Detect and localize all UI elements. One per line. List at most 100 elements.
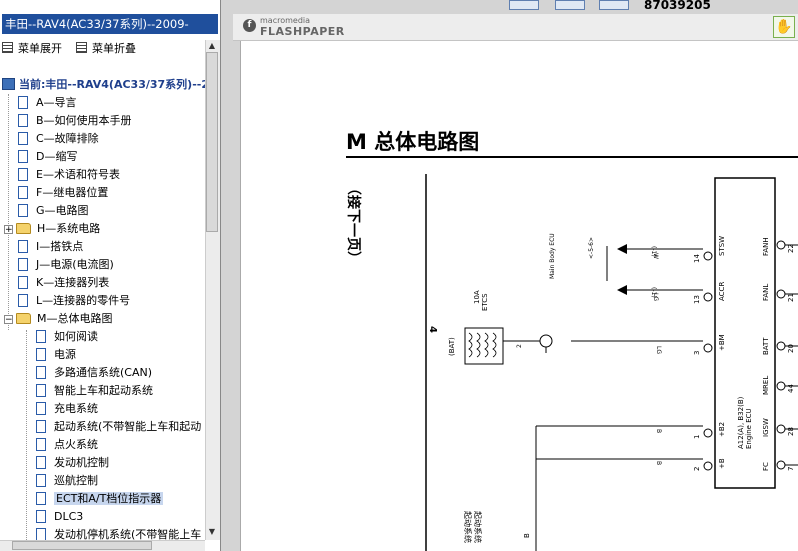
pin-name: +B2 xyxy=(718,422,726,437)
pin-num: 22 xyxy=(787,244,795,253)
marker-4: 4 xyxy=(427,326,438,333)
folder-icon xyxy=(16,223,31,234)
document-icon xyxy=(36,384,46,397)
document-icon xyxy=(18,150,28,163)
tree-subitem[interactable]: 点火系统 xyxy=(36,436,98,454)
expand-menu-button[interactable]: 菜单展开 xyxy=(2,40,62,58)
document-icon xyxy=(18,204,28,217)
connector-icon xyxy=(539,334,553,348)
main-body-ecu-label: Main Body ECU xyxy=(549,233,556,279)
page-number-readout: 87039205 xyxy=(644,0,711,12)
pin-num: 3 xyxy=(693,351,701,355)
tree-item-c[interactable]: C—故障排除 xyxy=(18,130,99,148)
collapse-menu-button[interactable]: 菜单折叠 xyxy=(76,40,136,58)
hand-icon[interactable]: ✋ xyxy=(773,16,795,38)
tree-item-m[interactable]: M—总体电路图 xyxy=(16,310,113,328)
fuse-amp: 10A xyxy=(473,290,481,304)
fuse-block xyxy=(464,327,504,365)
list-icon xyxy=(76,42,87,53)
document-icon xyxy=(18,294,28,307)
fuse-pin: 2 xyxy=(516,344,523,348)
conn-tag: <-5-6> xyxy=(588,237,595,259)
pin-name: FC xyxy=(762,462,770,471)
computer-icon xyxy=(2,78,15,90)
tree-subitem[interactable]: 智能上车和起动系统 xyxy=(36,382,153,400)
scroll-up-arrow-icon[interactable]: ▲ xyxy=(205,40,219,52)
tree-item-h[interactable]: H—系统电路 xyxy=(16,220,100,238)
tree-subitem[interactable]: 如何阅读 xyxy=(36,328,98,346)
open-folder-icon xyxy=(16,313,31,324)
pin-name: STSW xyxy=(718,236,726,256)
fuse-name: ETCS xyxy=(481,293,489,311)
navigation-pane: 丰田--RAV4(AC33/37系列)--2009- 菜单展开 菜单折叠 当前:… xyxy=(0,0,221,551)
tree-subitem[interactable]: 电源 xyxy=(36,346,76,364)
tree-subitem[interactable]: 多路通信系统(CAN) xyxy=(36,364,152,382)
viewer-top-strip: 87039205 xyxy=(221,0,798,12)
pin-num: 20 xyxy=(787,344,795,353)
document-icon xyxy=(18,276,28,289)
document-icon xyxy=(18,186,28,199)
expand-toggle[interactable]: + xyxy=(4,225,13,235)
view-mode-button[interactable] xyxy=(599,0,629,10)
pin-name: BATT xyxy=(762,337,770,355)
document-icon xyxy=(18,132,28,145)
vertical-scroll-thumb[interactable] xyxy=(206,52,218,232)
tree-item-a[interactable]: A—导言 xyxy=(18,94,77,112)
tree-item-g[interactable]: G—电路图 xyxy=(18,202,89,220)
left-pins: 14 STSW 13 ACCR 3 +BM 1 +B2 2 +B xyxy=(536,236,726,471)
document-icon xyxy=(18,168,28,181)
collapse-toggle[interactable]: − xyxy=(4,315,13,325)
document-viewer: 87039205 f macromedia FLASHPAPER ✋ M 总体电… xyxy=(221,0,798,551)
bottom-label-2: 起动系统 xyxy=(473,511,483,543)
wire-color: LG xyxy=(655,346,662,354)
document-icon xyxy=(36,330,46,343)
document-icon xyxy=(36,348,46,361)
pin-num: 14 xyxy=(693,254,701,263)
tree-item-i[interactable]: I—搭铁点 xyxy=(18,238,83,256)
tree-connector xyxy=(8,94,9,330)
view-mode-button[interactable] xyxy=(555,0,585,10)
tree-item-b[interactable]: B—如何使用本手册 xyxy=(18,112,132,130)
page-heading: M 总体电路图 xyxy=(346,130,479,154)
tree-subitem[interactable]: 发动机控制 xyxy=(36,454,109,472)
pin-name: ACCR xyxy=(718,282,726,301)
tree-item-l[interactable]: L—连接器的零件号 xyxy=(18,292,130,310)
continued-note: （接下一页） xyxy=(345,181,362,265)
pin-num: 7 xyxy=(787,467,795,471)
tree-subitem[interactable]: 充电系统 xyxy=(36,400,98,418)
horizontal-scroll-thumb[interactable] xyxy=(12,541,152,550)
tree-connector xyxy=(26,330,27,540)
pin-name: MREL xyxy=(762,376,770,395)
tree-item-e[interactable]: E—术语和符号表 xyxy=(18,166,120,184)
bottom-label-1: 起动系统 xyxy=(463,511,473,543)
tree-root[interactable]: 当前:丰田--RAV4(AC33/37系列)--2 xyxy=(2,76,205,94)
wire-color: W xyxy=(652,253,659,259)
fuse-tag: (BAT) xyxy=(448,337,456,356)
scroll-down-arrow-icon[interactable]: ▼ xyxy=(205,526,219,538)
tree-item-d[interactable]: D—缩写 xyxy=(18,148,77,166)
view-mode-button[interactable] xyxy=(509,0,539,10)
wire-color: LG xyxy=(652,293,659,301)
wire-color: B xyxy=(655,429,662,433)
tree-subitem[interactable]: 巡航控制 xyxy=(36,472,98,490)
pin-num: 21 xyxy=(787,293,795,302)
pin-num: 28 xyxy=(787,427,795,436)
tree-item-j[interactable]: J—电源(电流图) xyxy=(18,256,114,274)
document-icon xyxy=(36,438,46,451)
document-page: M 总体电路图 （接下一页） 4 A12(A), B32(B) Engine E… xyxy=(240,41,798,551)
pin-name: IGSW xyxy=(762,418,770,437)
pin-num: 13 xyxy=(693,295,701,304)
tree-subitem[interactable]: 起动系统(不带智能上车和起动 xyxy=(36,418,201,436)
list-icon xyxy=(2,42,13,53)
document-icon xyxy=(36,402,46,415)
tree-subitem[interactable]: DLC3 xyxy=(36,508,83,526)
tree-item-f[interactable]: F—继电器位置 xyxy=(18,184,108,202)
pin-name: FANH xyxy=(762,237,770,256)
tree-item-k[interactable]: K—连接器列表 xyxy=(18,274,109,292)
ecu-name-1: A12(A), B32(B) xyxy=(737,396,745,449)
document-icon xyxy=(36,474,46,487)
pin-name: +BM xyxy=(718,334,726,351)
tree-subitem-selected[interactable]: ECT和A/T档位指示器 xyxy=(36,490,164,508)
right-pins: 22 FANH 21 FANL 20 BATT 44 MREL 28 IGSW xyxy=(762,237,798,471)
document-icon xyxy=(18,114,28,127)
